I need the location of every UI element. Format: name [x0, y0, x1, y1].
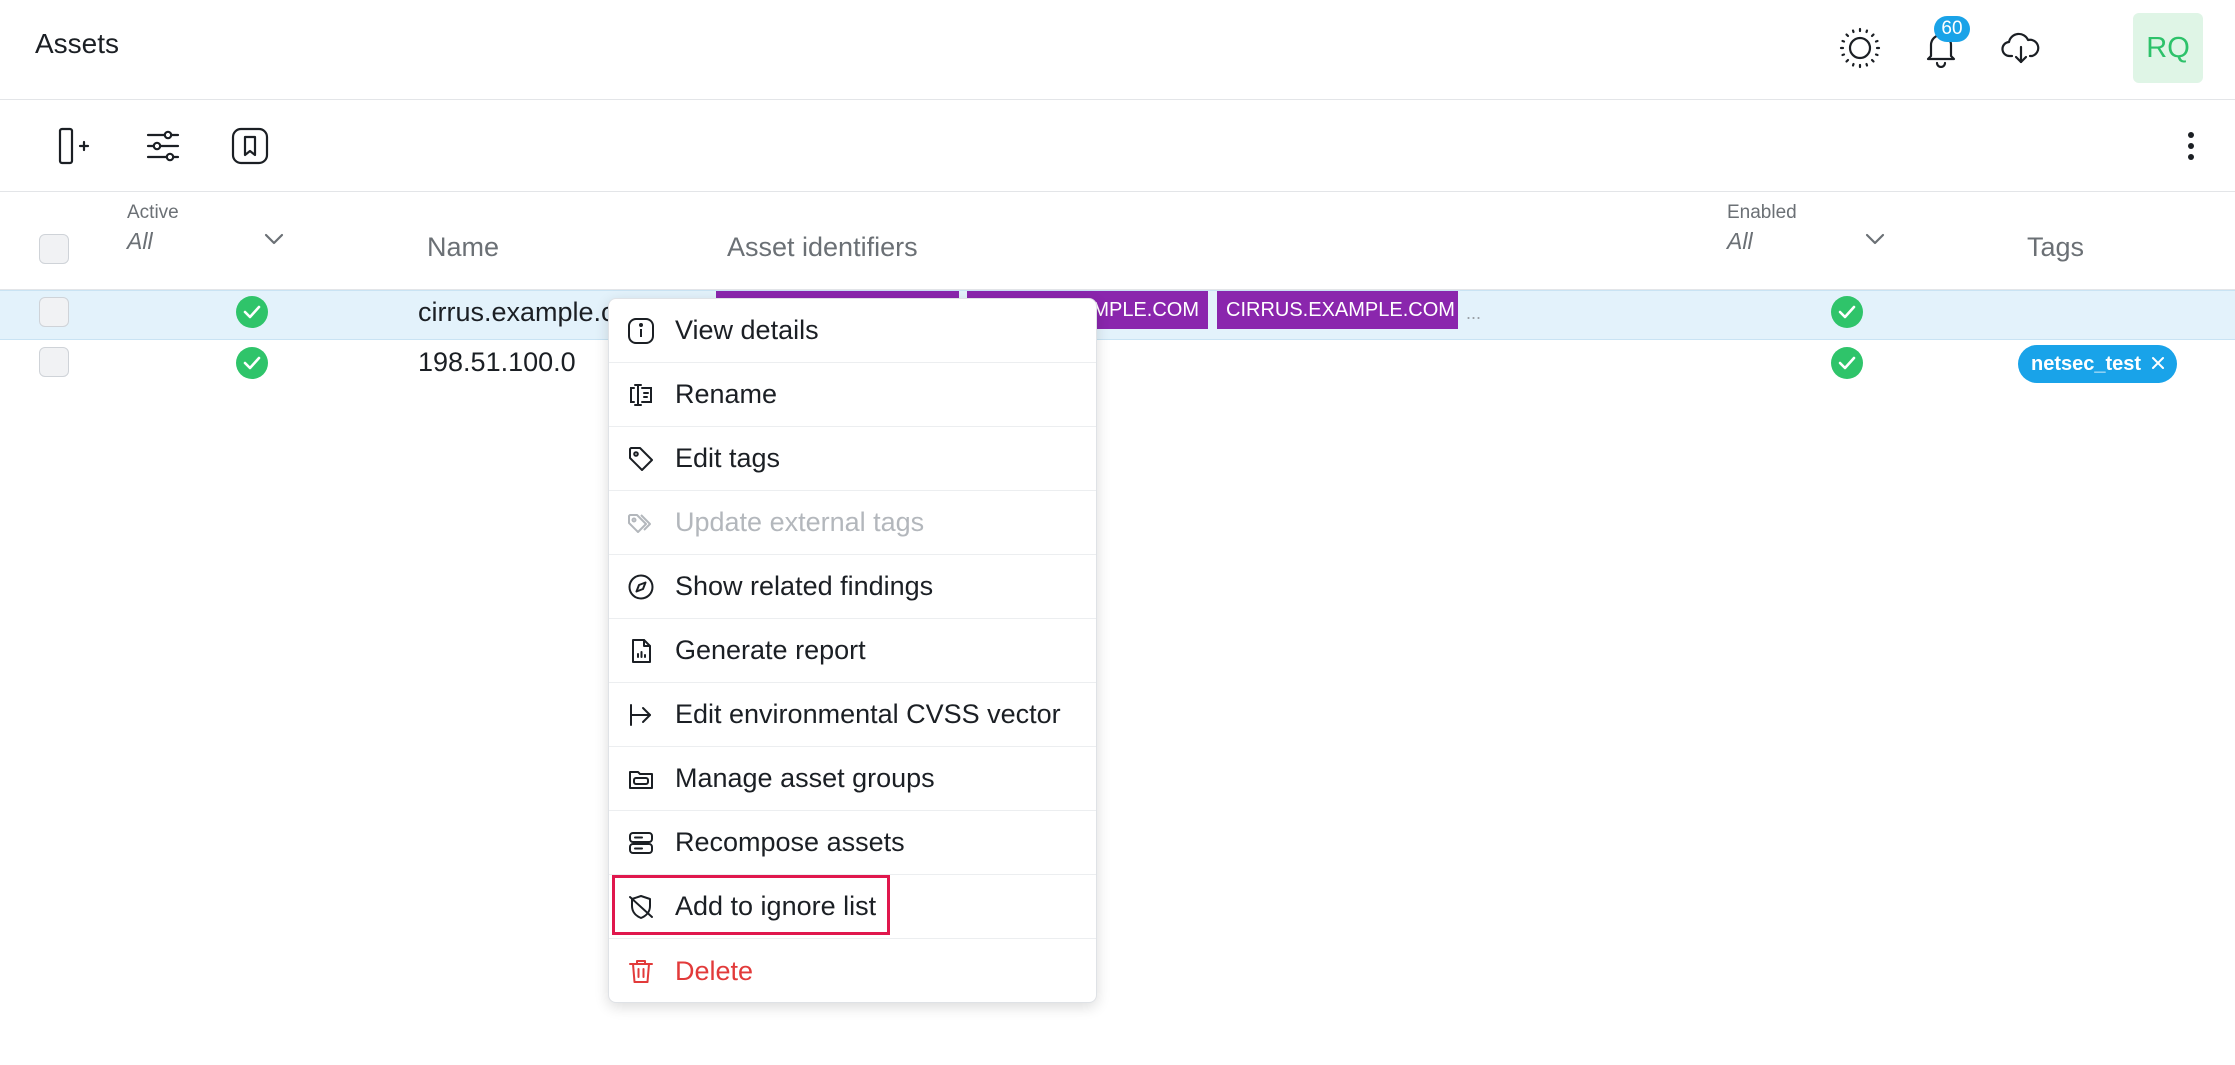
- menu-item-label: View details: [675, 315, 819, 345]
- user-avatar[interactable]: RQ: [2133, 13, 2203, 83]
- menu-item-label: Show related findings: [675, 571, 934, 601]
- folder-icon: [626, 764, 656, 794]
- asset-name[interactable]: 198.51.100.0: [418, 347, 576, 378]
- name-column-header[interactable]: Name: [427, 232, 499, 263]
- menu-item-label: Recompose assets: [675, 827, 905, 857]
- menu-item-label: Generate report: [675, 635, 866, 665]
- chevron-down-icon[interactable]: [263, 232, 285, 251]
- add-column-icon[interactable]: [45, 118, 101, 174]
- enabled-check-icon: [1831, 296, 1863, 328]
- identifiers-column-header[interactable]: Asset identifiers: [727, 232, 918, 263]
- tag-label: netsec_test: [2031, 352, 2142, 375]
- toolbar: [0, 100, 2235, 192]
- arrow-right-icon: [626, 700, 656, 730]
- compass-icon: [626, 572, 656, 602]
- bookmark-icon[interactable]: [222, 118, 278, 174]
- menu-item-generate-report[interactable]: Generate report: [609, 619, 1096, 683]
- active-check-icon: [236, 296, 268, 328]
- table-row[interactable]: [0, 339, 2235, 389]
- menu-item-update-external-tags[interactable]: Update external tags: [609, 491, 1096, 555]
- menu-item-label: Manage asset groups: [675, 763, 935, 793]
- menu-item-show-related-findings[interactable]: Show related findings: [609, 555, 1096, 619]
- menu-item-label: Edit tags: [675, 443, 781, 473]
- table-header: [0, 192, 2235, 290]
- active-filter-label: Active: [127, 202, 179, 223]
- more-vertical-icon[interactable]: [2163, 118, 2219, 174]
- sun-icon[interactable]: [1832, 20, 1888, 76]
- menu-item-delete[interactable]: Delete: [609, 939, 1096, 1003]
- enabled-check-icon: [1831, 347, 1863, 379]
- page-title: Assets: [35, 28, 120, 59]
- menu-item-label: Update external tags: [675, 507, 925, 537]
- cloud-download-icon[interactable]: [1993, 20, 2049, 76]
- filters-icon[interactable]: [135, 118, 191, 174]
- menu-item-recompose-assets[interactable]: Recompose assets: [609, 811, 1096, 875]
- row-checkbox[interactable]: [39, 347, 69, 377]
- menu-item-edit-tags[interactable]: Edit tags: [609, 427, 1096, 491]
- close-icon[interactable]: [2151, 353, 2165, 376]
- menu-item-label: Edit environmental CVSS vector: [675, 699, 1061, 729]
- top-header: [0, 0, 2235, 100]
- tags-icon: [626, 508, 656, 538]
- identifier-chip: CIRRUS.EXAMPLE.COM: [1217, 291, 1458, 329]
- tags-column-header[interactable]: Tags: [2027, 232, 2084, 263]
- menu-item-add-to-ignore-list[interactable]: Add to ignore list: [609, 875, 1096, 939]
- info-icon: [626, 316, 656, 346]
- shield-off-icon: [626, 892, 656, 922]
- more-identifiers-ellipsis[interactable]: ...: [1466, 303, 1481, 324]
- server-icon: [626, 828, 656, 858]
- context-menu: View details Rename Edit tags Update ext…: [608, 298, 1097, 1003]
- active-filter-value[interactable]: All: [127, 228, 153, 255]
- menu-item-rename[interactable]: Rename: [609, 363, 1096, 427]
- tag-chip[interactable]: netsec_test: [2018, 345, 2178, 383]
- notification-badge: 60: [1934, 16, 1970, 42]
- menu-item-view-details[interactable]: View details: [609, 299, 1096, 363]
- select-all-checkbox[interactable]: [39, 234, 69, 264]
- enabled-filter-value[interactable]: All: [1727, 228, 1753, 255]
- row-checkbox[interactable]: [39, 297, 69, 327]
- rename-icon: [626, 380, 656, 410]
- menu-item-label: Delete: [675, 955, 754, 986]
- trash-icon: [626, 956, 656, 986]
- asset-name[interactable]: cirrus.example.c: [418, 297, 615, 328]
- menu-item-label: Add to ignore list: [675, 891, 877, 921]
- menu-item-edit-cvss-vector[interactable]: Edit environmental CVSS vector: [609, 683, 1096, 747]
- active-check-icon: [236, 347, 268, 379]
- menu-item-manage-asset-groups[interactable]: Manage asset groups: [609, 747, 1096, 811]
- report-file-icon: [626, 636, 656, 666]
- tag-icon: [626, 444, 656, 474]
- chevron-down-icon[interactable]: [1864, 232, 1886, 251]
- enabled-filter-label: Enabled: [1727, 202, 1797, 223]
- menu-item-label: Rename: [675, 379, 778, 409]
